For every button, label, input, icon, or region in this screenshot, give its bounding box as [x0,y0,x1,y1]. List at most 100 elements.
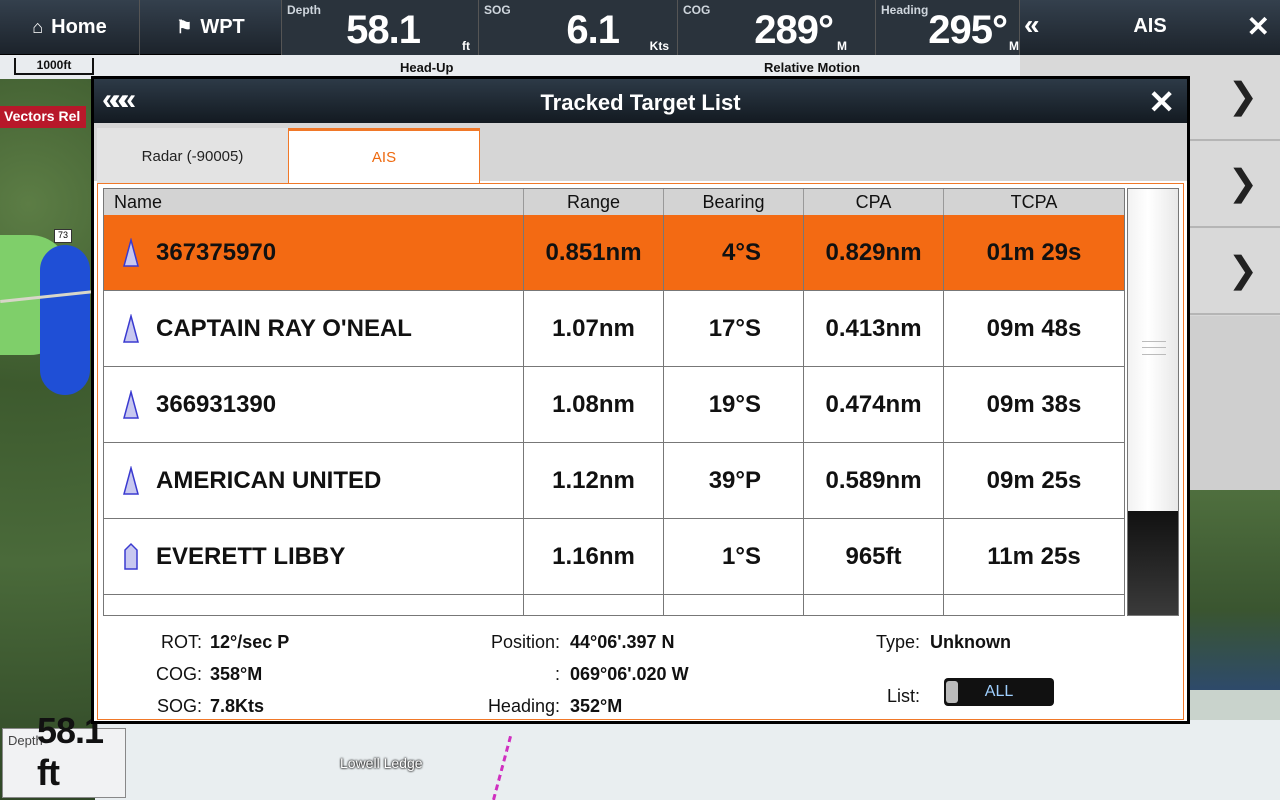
close-icon[interactable]: ✕ [1247,10,1270,43]
target-name: 366931390 [156,390,277,418]
scale-bar: 1000ft [14,58,94,75]
cell-range: 1.08nm [524,367,664,442]
position-lon-label: : [554,664,560,684]
column-header-range[interactable]: Range [524,189,664,215]
cog-databox[interactable]: COG 289° M [678,0,876,55]
tab-bar: Radar (-90005) AIS [94,123,1187,185]
waypoint-flag-icon: ⚑ [176,17,193,37]
chevron-right-icon: ❯ [1227,162,1258,203]
table-row[interactable]: 366931390 1.08nm 19°S 0.474nm 09m 38s [104,367,1124,443]
tab-radar[interactable]: Radar (-90005) [97,128,288,185]
top-toolbar: ⌂ Home ⚑ WPT Depth 58.1 ft SOG 6.1 Kts C… [0,0,1020,55]
cell-cpa: 0.413nm [804,291,944,366]
target-table: Name Range Bearing CPA TCPA 367375970 0.8… [103,188,1125,616]
cell-cpa [804,595,944,615]
cog-detail-label: COG: [155,664,202,684]
cell-name: 366931390 [104,367,524,442]
type-value: Unknown [930,632,1011,652]
cell-range: 0.851nm [524,215,664,290]
motion-mode[interactable]: Relative Motion [764,60,860,75]
cell-name: CAPTAIN RAY O'NEAL [104,291,524,366]
land-area-right [1185,490,1280,690]
cog-label: COG [683,3,711,17]
scrollbar[interactable] [1127,188,1179,616]
table-row[interactable]: EVERETT LIBBY 1.16nm 1°S 965ft 11m 25s [104,519,1124,595]
column-header-cpa[interactable]: CPA [804,189,944,215]
toggle-knob [946,681,958,703]
cog-value: 289° [754,8,834,52]
sog-detail-value: 7.8Kts [210,696,265,716]
cog-detail-value: 358°M [210,664,263,684]
heading-detail-label: Heading: [487,696,560,716]
table-row[interactable]: 367375970 0.851nm 4°S 0.829nm 01m 29s [104,215,1124,291]
cell-bearing: 39°P [664,443,804,518]
list-filter-toggle[interactable]: ALL [944,678,1054,706]
sog-unit: Kts [649,39,669,53]
table-row[interactable]: CAPTAIN RAY O'NEAL 1.07nm 17°S 0.413nm 09m 4… [104,291,1124,367]
chevron-right-icon: ❯ [1227,249,1258,290]
depth-databox[interactable]: Depth 58.1 ft [282,0,479,55]
table-row[interactable]: AMERICAN UNITED 1.12nm 39°P 0.589nm 09m 25s [104,443,1124,519]
column-header-tcpa[interactable]: TCPA [944,189,1124,215]
orientation-mode[interactable]: Head-Up [400,60,453,75]
cell-cpa: 0.829nm [804,215,944,290]
tracked-target-dialog: ««« Tracked Target List ✕ Radar (-90005)… [91,76,1190,724]
sog-detail-label: SOG: [156,696,202,716]
scroll-grip [1142,341,1166,355]
target-name: EVERETT LIBBY [156,542,346,570]
target-name: AMERICAN UNITED [156,466,382,494]
ais-panel-header: « AIS ✕ [1020,0,1280,55]
cog-unit: M [837,39,847,53]
wpt-button[interactable]: ⚑ WPT [140,0,282,55]
cell-tcpa: 11m 25s [987,542,1081,570]
scroll-thumb[interactable] [1128,511,1178,615]
column-header-bearing[interactable]: Bearing [664,189,804,215]
cell-name [104,595,524,615]
lake-area [40,245,90,395]
depth-overlay-box[interactable]: Depth 58.1 ft [2,710,126,798]
list-label: List: [886,686,920,706]
ais-vessel-icon [123,389,139,419]
target-name: 367375970 [156,238,277,266]
close-icon[interactable]: ✕ [1148,83,1175,121]
dialog-title: Tracked Target List [540,90,741,115]
depth-label: Depth [287,3,321,17]
cell-range [524,595,664,615]
vectors-rel-badge: Vectors Rel [0,106,86,128]
cell-range: 1.07nm [524,291,664,366]
sog-databox[interactable]: SOG 6.1 Kts [479,0,678,55]
cell-name: EVERETT LIBBY [104,519,524,594]
cell-bearing: 17°S [664,291,804,366]
position-lon: 069°06'.020 W [570,664,689,684]
ais-vessel-icon [123,465,139,495]
depth-unit: ft [462,39,470,53]
tab-ais[interactable]: AIS [288,128,480,185]
rot-value: 12°/sec P [210,632,290,652]
heading-databox[interactable]: Heading 295° M [876,0,1020,55]
rot-label: ROT: [160,632,202,652]
type-label: Type: [875,632,920,652]
table-row[interactable] [104,595,1124,615]
heading-detail-value: 352°M [570,696,623,716]
table-body: 367375970 0.851nm 4°S 0.829nm 01m 29s CAPTAIN… [104,215,1124,615]
home-label: Home [51,16,107,38]
cell-bearing [664,595,804,615]
cell-tcpa: 09m 25s [986,466,1082,494]
ais-vessel-icon [123,237,139,267]
cell-tcpa: 09m 48s [986,314,1082,342]
cell-tcpa: 01m 29s [986,238,1082,266]
cell-range: 1.16nm [524,519,664,594]
target-list-frame: Name Range Bearing CPA TCPA 367375970 0.8… [97,183,1184,720]
home-button[interactable]: ⌂ Home [0,0,140,55]
ais-vessel-icon [123,313,139,343]
cell-cpa: 0.474nm [804,367,944,442]
column-header-name[interactable]: Name [104,189,524,215]
sog-value: 6.1 [566,8,620,52]
cell-tcpa [944,595,1124,615]
ais-panel-title: AIS [1133,15,1167,37]
dialog-header: ««« Tracked Target List ✕ [94,79,1187,123]
sog-label: SOG [484,3,511,17]
depth-value: 58.1 [346,8,421,52]
road-shield: 73 [54,229,72,243]
position-label: Position: [490,632,560,652]
